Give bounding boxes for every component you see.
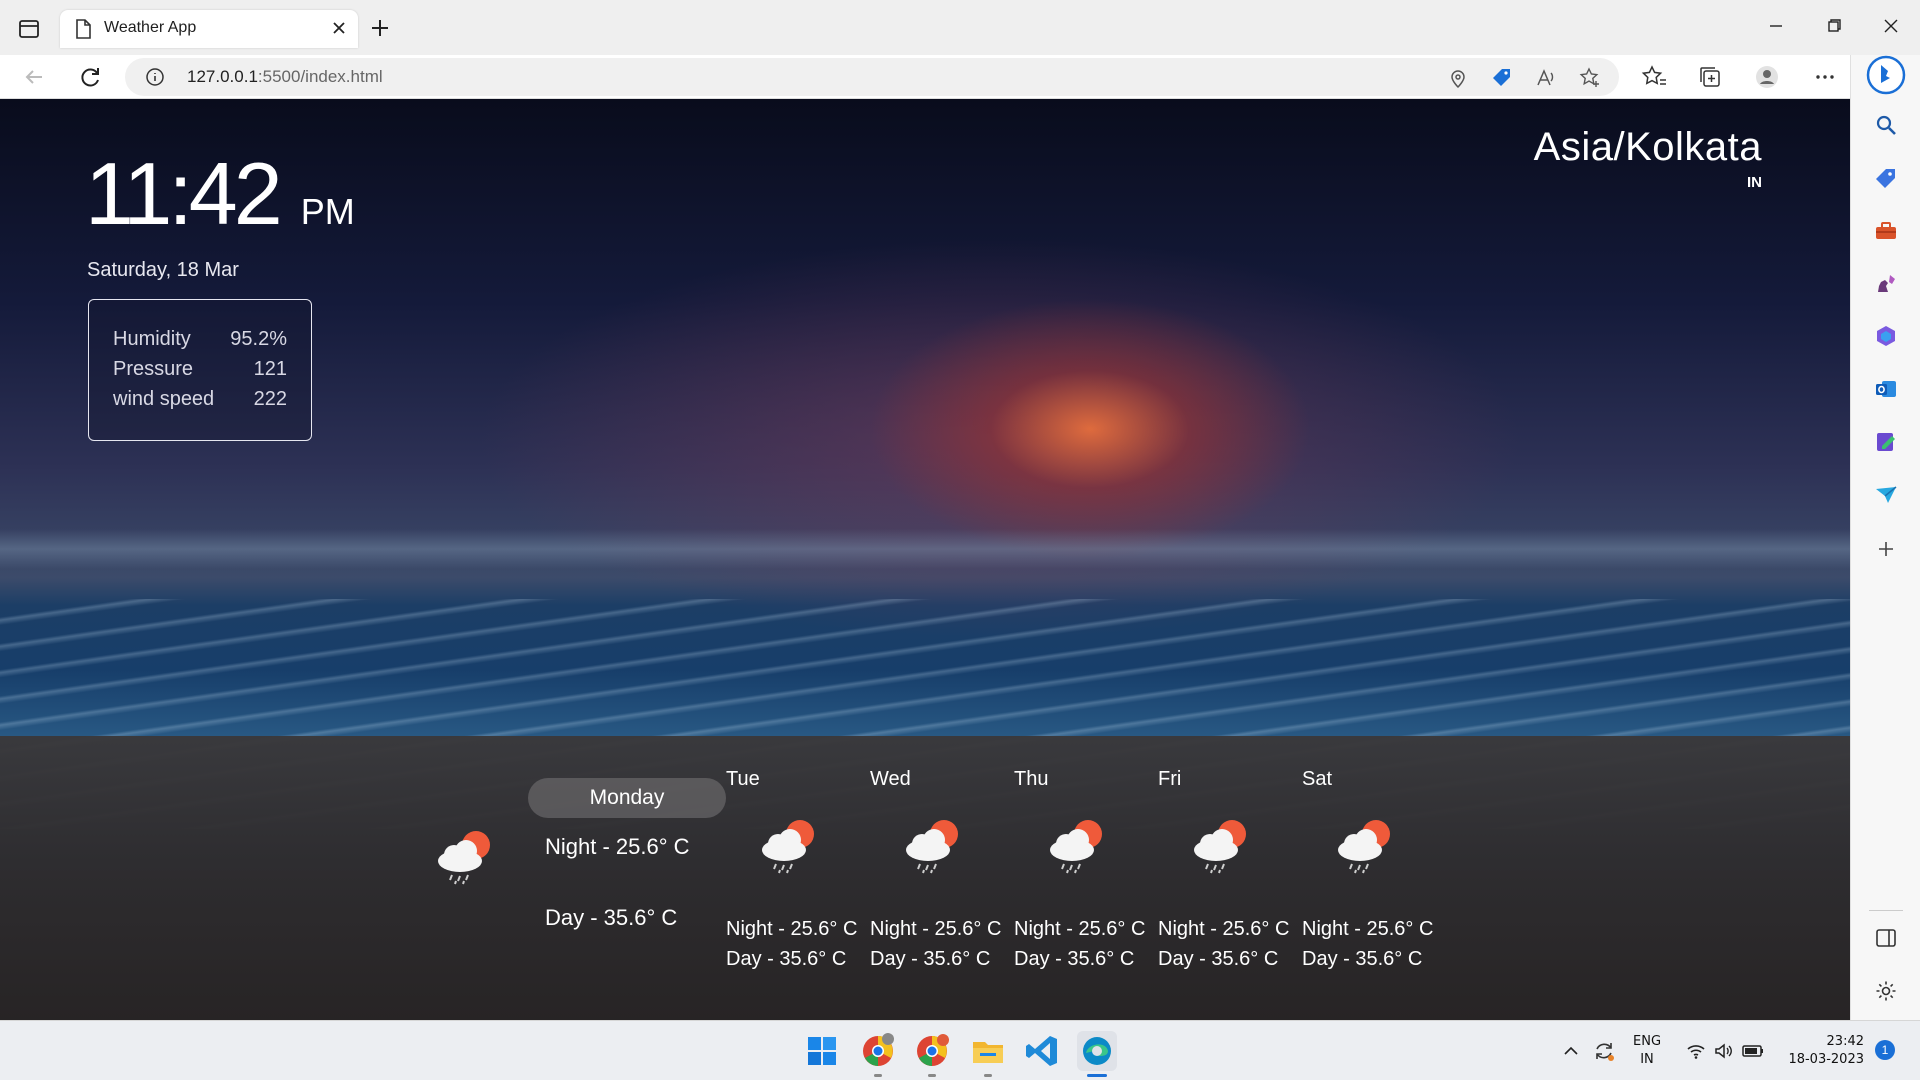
battery-icon[interactable] [1741,1041,1765,1061]
profile-icon[interactable] [1754,64,1780,90]
new-tab-icon[interactable] [368,16,392,40]
forecast-panel: Monday Night - 25.6° C Day - 35.6° C Tue… [0,736,1850,1020]
more-options-icon[interactable] [1812,64,1838,90]
drop-icon[interactable] [1874,430,1898,454]
edge-icon[interactable] [1077,1031,1117,1071]
today-day-temp: Day - 35.6° C [545,905,678,930]
add-sidebar-app-icon[interactable] [1874,537,1898,561]
edge-sidebar [1850,55,1920,1020]
input-language[interactable]: ENG IN [1633,1033,1661,1069]
forecast-day-temp: Day - 35.6° C [870,948,991,970]
forecast-day-temp: Day - 35.6° C [1302,948,1423,970]
clock: 11:42 PM [85,143,355,245]
today-day-label: Monday [528,778,726,818]
forecast-night-temp: Night - 25.6° C [1302,918,1434,940]
cloud-sun-rain-icon [1338,820,1390,874]
forecast-day-name: Wed [870,768,911,790]
forecast-day-temp: Day - 35.6° C [1158,948,1279,970]
cloud-sun-rain-icon [1050,820,1102,874]
url-text: 127.0.0.1:5500/index.html [187,67,383,86]
stat-wind-speed: wind speed 222 [113,388,287,410]
chrome-icon[interactable] [858,1031,898,1071]
tab-actions-icon[interactable] [18,18,40,40]
forecast-day-name: Fri [1158,768,1182,790]
running-indicator [928,1074,936,1077]
chrome-profile-icon[interactable] [912,1031,952,1071]
active-indicator [1087,1074,1107,1077]
forecast-night-temp: Night - 25.6° C [870,918,1002,940]
tab-title: Weather App [104,19,197,36]
favorites-icon[interactable] [1641,64,1667,90]
site-info-icon[interactable] [145,67,165,87]
url-field[interactable]: 127.0.0.1:5500/index.html [125,58,1619,96]
location-block: Asia/Kolkata IN [1534,125,1762,191]
notification-badge[interactable]: 1 [1875,1040,1895,1060]
tools-icon[interactable] [1874,219,1898,243]
country-code: IN [1747,174,1762,191]
refresh-icon[interactable] [76,63,104,91]
collections-icon[interactable] [1697,64,1723,90]
wifi-icon[interactable] [1686,1041,1706,1061]
shopping-tag-icon[interactable] [1491,67,1513,89]
tab-bar: Weather App [0,0,1920,55]
outlook-icon[interactable] [1874,377,1898,401]
chevron-up-icon[interactable] [1561,1041,1581,1061]
forecast-day-name: Sat [1302,768,1333,790]
weather-stats-card: Humidity 95.2% Pressure 121 wind speed 222 [88,299,312,441]
vscode-icon[interactable] [1022,1031,1062,1071]
forecast-day-temp: Day - 35.6° C [1014,948,1135,970]
close-window-icon[interactable] [1877,12,1905,40]
sync-icon[interactable] [1592,1039,1616,1063]
microsoft-365-icon[interactable] [1874,324,1898,348]
volume-icon[interactable] [1713,1041,1733,1061]
settings-gear-icon[interactable] [1874,979,1898,1003]
back-icon[interactable] [20,63,48,91]
running-indicator [874,1074,882,1077]
address-bar-row: 127.0.0.1:5500/index.html [0,55,1920,99]
search-icon[interactable] [1874,113,1898,137]
send-icon[interactable] [1874,483,1898,507]
am-pm: PM [300,191,355,232]
stat-humidity: Humidity 95.2% [113,328,287,350]
running-indicator [984,1074,992,1077]
cloud-sun-rain-icon [906,820,958,874]
current-date: Saturday, 18 Mar [87,259,239,281]
weather-app-page: 11:42 PM Saturday, 18 Mar Humidity 95.2% P… [0,99,1850,1020]
start-windows-icon[interactable] [802,1031,842,1071]
minimize-icon[interactable] [1762,12,1790,40]
forecast-day-name: Tue [726,768,760,790]
timezone: Asia/Kolkata [1533,125,1762,169]
sidebar-divider [1869,910,1903,911]
add-favorite-icon[interactable] [1579,67,1601,89]
forecast-night-temp: Night - 25.6° C [1158,918,1290,940]
close-tab-icon[interactable] [330,19,348,37]
file-explorer-icon[interactable] [968,1031,1008,1071]
today-night-temp: Night - 25.6° C [545,834,690,859]
hide-sidebar-icon[interactable] [1874,926,1898,950]
cloud-sun-rain-icon [438,831,490,885]
system-clock[interactable]: 23:42 18-03-2023 [1786,1033,1864,1069]
current-time: 11:42 [85,144,283,243]
cloud-sun-rain-icon [762,820,814,874]
location-icon[interactable] [1447,67,1469,89]
restore-icon[interactable] [1820,12,1848,40]
forecast-day-temp: Day - 35.6° C [726,948,847,970]
cloud-sun-rain-icon [1194,820,1246,874]
forecast-day-name: Thu [1014,768,1049,790]
bing-chat-icon[interactable] [1866,55,1906,95]
forecast-night-temp: Night - 25.6° C [1014,918,1146,940]
forecast-night-temp: Night - 25.6° C [726,918,858,940]
shopping-icon[interactable] [1874,167,1898,191]
stat-pressure: Pressure 121 [113,358,287,380]
taskbar: ENG IN 23:42 18-03-2023 1 [0,1020,1920,1080]
read-aloud-icon[interactable] [1535,67,1557,89]
browser-tab[interactable]: Weather App [60,10,358,48]
sea-background [0,529,1850,569]
games-icon[interactable] [1874,272,1898,296]
page-icon [76,19,91,39]
